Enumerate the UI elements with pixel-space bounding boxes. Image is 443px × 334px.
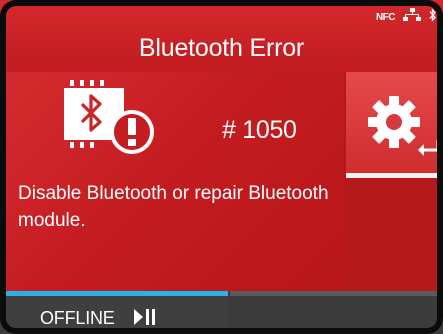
footer: OFFLINE [0, 291, 443, 334]
error-panel: # 1050 Disable Bluetooth or repair Bluet… [6, 72, 344, 291]
nfc-icon: NFC [375, 12, 396, 23]
header: NFC Bluetooth Error [0, 0, 443, 72]
error-screen: NFC Bluetooth Error # 1050 Disable Bluet… [0, 0, 443, 334]
status-label: OFFLINE [40, 308, 115, 328]
offline-toggle-button[interactable]: OFFLINE [6, 291, 228, 334]
status-bar: NFC [376, 8, 437, 27]
side-panel [344, 72, 443, 291]
footer-empty-slot [230, 291, 443, 334]
error-message: Disable Bluetooth or repair Bluetooth mo… [18, 183, 329, 231]
page-title: Bluetooth Error [138, 34, 305, 62]
gear-icon [368, 96, 420, 148]
play-pause-icon [134, 309, 155, 325]
network-icon [403, 8, 421, 27]
bluetooth-status-icon [429, 8, 437, 27]
enter-icon [418, 140, 440, 156]
error-code: # 1050 [222, 116, 297, 144]
settings-button[interactable] [346, 72, 443, 178]
bluetooth-module-error-icon [64, 80, 154, 154]
